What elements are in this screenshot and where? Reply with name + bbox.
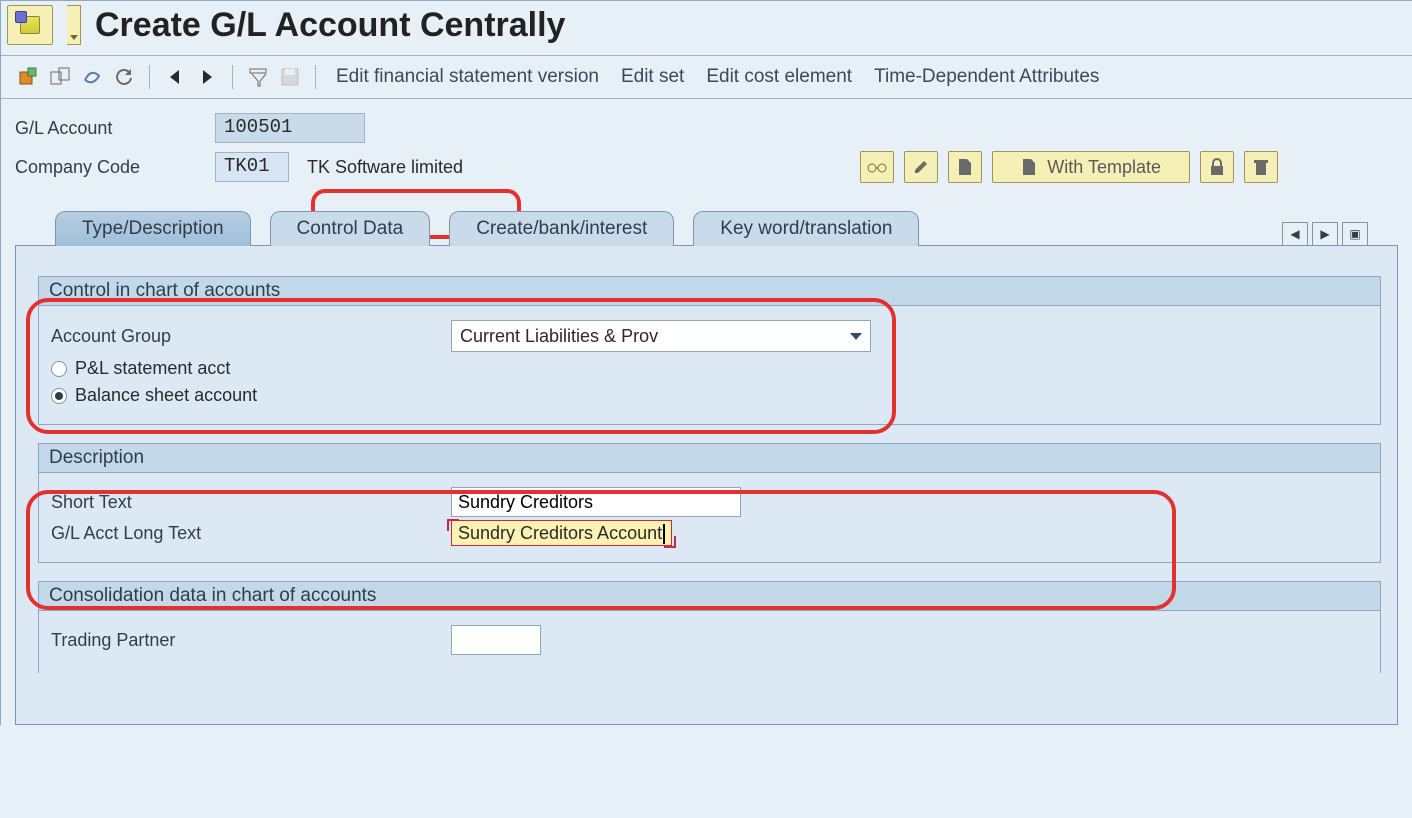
trading-partner-input[interactable] [451,625,541,655]
prev-icon[interactable] [162,64,188,90]
account-group-label: Account Group [51,326,451,347]
toolbar-separator [315,65,316,89]
tab-label: Key word/translation [720,218,892,239]
next-icon[interactable] [194,64,220,90]
refresh-icon[interactable] [111,64,137,90]
tab-create-bank-interest[interactable]: Create/bank/interest [449,211,674,246]
filter-icon[interactable] [245,64,271,90]
tab-type-description[interactable]: Type/Description [55,211,251,246]
glasses-display-button[interactable] [860,151,894,183]
toolbar-separator [149,65,150,89]
lock-button[interactable] [1200,151,1234,183]
text-cursor [663,524,665,544]
edit-pencil-button[interactable] [904,151,938,183]
chevron-down-icon [850,333,862,340]
transaction-dropdown-icon[interactable] [67,5,81,45]
group-title: Consolidation data in chart of accounts [39,582,1380,611]
long-text-input[interactable]: Sundry Creditors Account [451,520,672,546]
toolbar: Edit financial statement version Edit se… [1,56,1412,99]
balance-sheet-radio[interactable]: Balance sheet account [51,385,257,406]
save-icon[interactable] [277,64,303,90]
tab-key-word-translation[interactable]: Key word/translation [693,211,919,246]
group-control-chart: Control in chart of accounts Account Gro… [38,276,1381,425]
create-icon[interactable] [15,64,41,90]
gl-account-label: G/L Account [15,118,215,139]
new-document-button[interactable] [948,151,982,183]
company-code-desc: TK Software limited [307,157,463,178]
display-icon[interactable] [79,64,105,90]
company-code-input[interactable]: TK01 [215,152,289,182]
radio-label: Balance sheet account [75,385,257,406]
time-dependent-attr-link[interactable]: Time-Dependent Attributes [866,64,1107,90]
tab-list-button[interactable]: ▣ [1342,222,1368,246]
edit-set-link[interactable]: Edit set [613,64,692,90]
page-title: Create G/L Account Centrally [95,6,565,45]
radio-label: P&L statement acct [75,358,230,379]
account-group-select[interactable]: Current Liabilities & Prov [451,320,871,352]
tab-control-data[interactable]: Control Data [270,211,431,246]
trading-partner-label: Trading Partner [51,630,451,651]
group-consolidation: Consolidation data in chart of accounts … [38,581,1381,673]
group-description: Description Short Text G/L Acct Long Tex… [38,443,1381,563]
company-code-label: Company Code [15,157,215,178]
change-icon[interactable] [47,64,73,90]
tab-label: Type/Description [82,218,224,239]
with-template-label: With Template [1047,157,1161,178]
toolbar-separator [232,65,233,89]
edit-cost-element-link[interactable]: Edit cost element [698,64,860,90]
tab-label: Create/bank/interest [476,218,647,239]
gl-account-input[interactable]: 100501 [215,113,365,143]
tab-scroll-right-button[interactable]: ▶ [1312,222,1338,246]
group-title: Description [39,444,1380,473]
long-text-label: G/L Acct Long Text [51,523,451,544]
pl-statement-radio[interactable]: P&L statement acct [51,358,230,379]
group-title: Control in chart of accounts [39,277,1380,306]
tab-label: Control Data [297,218,404,239]
tab-scroll-left-button[interactable]: ◀ [1282,222,1308,246]
long-text-value: Sundry Creditors Account [458,523,662,543]
short-text-input[interactable] [451,487,741,517]
delete-button[interactable] [1244,151,1278,183]
with-template-button[interactable]: With Template [992,151,1190,183]
transaction-icon[interactable] [7,5,53,45]
edit-fsv-link[interactable]: Edit financial statement version [328,64,607,90]
short-text-label: Short Text [51,492,451,513]
account-group-value: Current Liabilities & Prov [460,326,658,347]
